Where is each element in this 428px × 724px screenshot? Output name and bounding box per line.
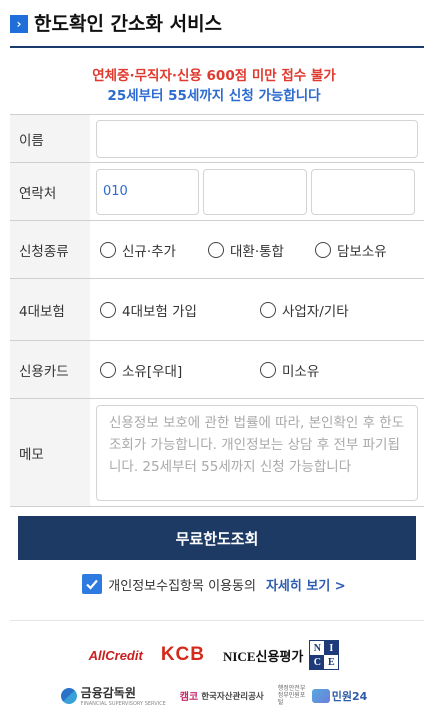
page-title: 한도확인 간소화 서비스	[34, 13, 223, 35]
minwon24-logo: 행정안전부 정부민원포털 민원24	[277, 685, 368, 706]
phone-label: 연락처	[10, 163, 90, 220]
radio-circle-icon	[260, 361, 276, 378]
memo-row: 메모 신용정보 보호에 관한 법률에 따라, 본인확인 후 한도조회가 가능합니…	[10, 399, 424, 507]
name-label: 이름	[10, 115, 90, 162]
radio-circle-icon	[260, 301, 276, 318]
page-header: › 한도확인 간소화 서비스	[10, 10, 424, 48]
allcredit-logo: AllCredit	[88, 647, 143, 663]
credit-card-row: 신용카드 소유[우대] 미소유	[10, 341, 424, 399]
kamco-logo: 캠코 한국자산관리공사	[179, 691, 264, 704]
loan-limit-form: 이름 연락처 010 신청종류 신규·추가 대환·통합 담보소유 4대보험 4대…	[10, 114, 424, 507]
insurance-row: 4대보험 4대보험 가입 사업자/기타	[10, 279, 424, 341]
fss-logo: 금융감독원 FINANCIAL SUPERVISORY SERVICE	[60, 684, 166, 707]
name-row: 이름	[10, 115, 424, 163]
fss-emblem-icon	[60, 687, 77, 704]
nice-credit-logo: NICE신용평가	[222, 648, 304, 664]
kcb-logo: KCB	[160, 644, 205, 665]
phone-middle-field[interactable]	[203, 168, 307, 215]
apply-type-label: 신청종류	[10, 221, 90, 278]
checkmark-icon	[86, 579, 99, 590]
memo-textarea[interactable]: 신용정보 보호에 관한 법률에 따라, 본인확인 후 한도조회가 가능합니다. …	[96, 404, 418, 501]
radio-new-additional[interactable]: 신규·추가	[100, 240, 208, 260]
radio-circle-icon	[315, 241, 331, 258]
divider	[10, 620, 424, 621]
radio-collateral[interactable]: 담보소유	[315, 240, 387, 260]
nice-logo-mark: N I C E	[309, 640, 340, 670]
credit-card-label: 신용카드	[10, 341, 90, 398]
radio-insured[interactable]: 4대보험 가입	[100, 300, 260, 320]
radio-business-other[interactable]: 사업자/기타	[260, 300, 349, 320]
radio-circle-icon	[100, 361, 116, 378]
phone-row: 연락처 010	[10, 163, 424, 221]
consent-checkbox[interactable]	[82, 574, 103, 594]
radio-card-owned[interactable]: 소유[우대]	[100, 360, 260, 380]
radio-circle-icon	[100, 301, 116, 318]
consent-text: 개인정보수집항목 이용동의	[108, 578, 256, 594]
consent-row: 개인정보수집항목 이용동의 자세히 보기 >	[0, 574, 428, 594]
partner-logos-row-1: AllCredit KCB NICE신용평가 N I C E	[0, 640, 428, 670]
minwon-emblem-icon	[311, 688, 330, 703]
radio-card-not-owned[interactable]: 미소유	[260, 360, 319, 380]
consent-details-link[interactable]: 자세히 보기 >	[266, 575, 346, 594]
radio-circle-icon	[208, 241, 224, 258]
radio-refinance[interactable]: 대환·통합	[208, 240, 315, 260]
partner-logos-row-2: 금융감독원 FINANCIAL SUPERVISORY SERVICE 캠코 한…	[0, 684, 428, 707]
phone-last-field[interactable]	[311, 168, 415, 215]
apply-type-row: 신청종류 신규·추가 대환·통합 담보소유	[10, 221, 424, 279]
notice-warning: 연체중·무직자·신용 600점 미만 접수 불가	[92, 68, 336, 84]
name-input[interactable]	[96, 119, 418, 158]
notice-age-range: 25세부터 55세까지 신청 가능합니다	[107, 88, 321, 104]
free-limit-check-button[interactable]: 무료한도조회	[18, 516, 416, 560]
phone-prefix-field[interactable]: 010	[96, 168, 199, 215]
memo-label: 메모	[10, 399, 90, 506]
chevron-right-icon: ›	[10, 15, 28, 33]
insurance-label: 4대보험	[10, 279, 90, 340]
radio-circle-icon	[100, 241, 116, 258]
